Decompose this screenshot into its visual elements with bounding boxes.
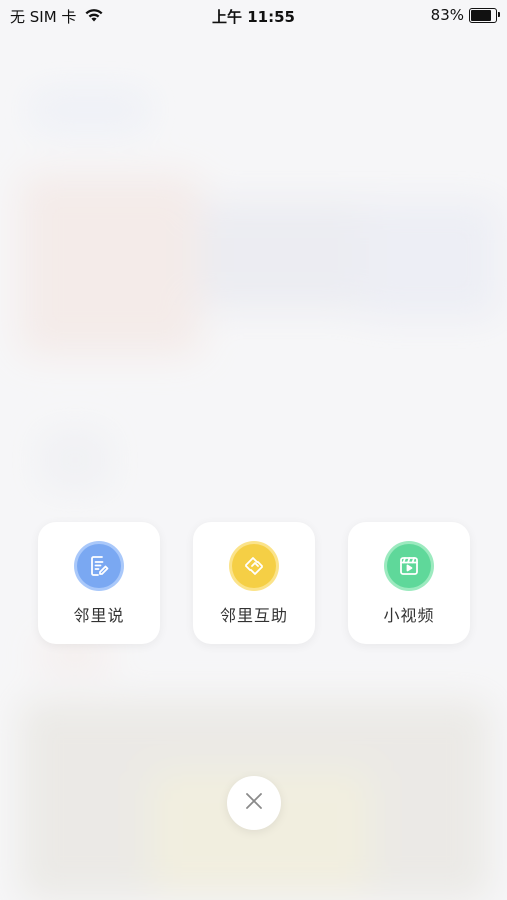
handshake-icon xyxy=(232,544,276,588)
note-edit-icon xyxy=(77,544,121,588)
battery-icon xyxy=(469,7,500,23)
close-button[interactable] xyxy=(227,776,281,830)
post-card-neighbor-talk[interactable]: 邻里说 xyxy=(38,522,160,644)
post-type-menu: 邻里说 邻里互助 小视频 xyxy=(38,522,470,644)
post-card-neighbor-help[interactable]: 邻里互助 xyxy=(193,522,315,644)
video-icon xyxy=(387,544,431,588)
modal-overlay[interactable] xyxy=(0,0,507,900)
close-icon xyxy=(244,791,264,815)
post-card-label: 邻里互助 xyxy=(219,606,288,625)
battery-level xyxy=(471,9,491,21)
post-card-label: 小视频 xyxy=(383,606,435,625)
post-card-short-video[interactable]: 小视频 xyxy=(348,522,470,644)
battery-percent: 83% xyxy=(430,6,464,24)
post-card-label: 邻里说 xyxy=(73,606,125,625)
battery-group: 83% xyxy=(430,6,500,24)
status-bar: 无 SIM 卡 上午 11:55 83% xyxy=(0,0,507,32)
